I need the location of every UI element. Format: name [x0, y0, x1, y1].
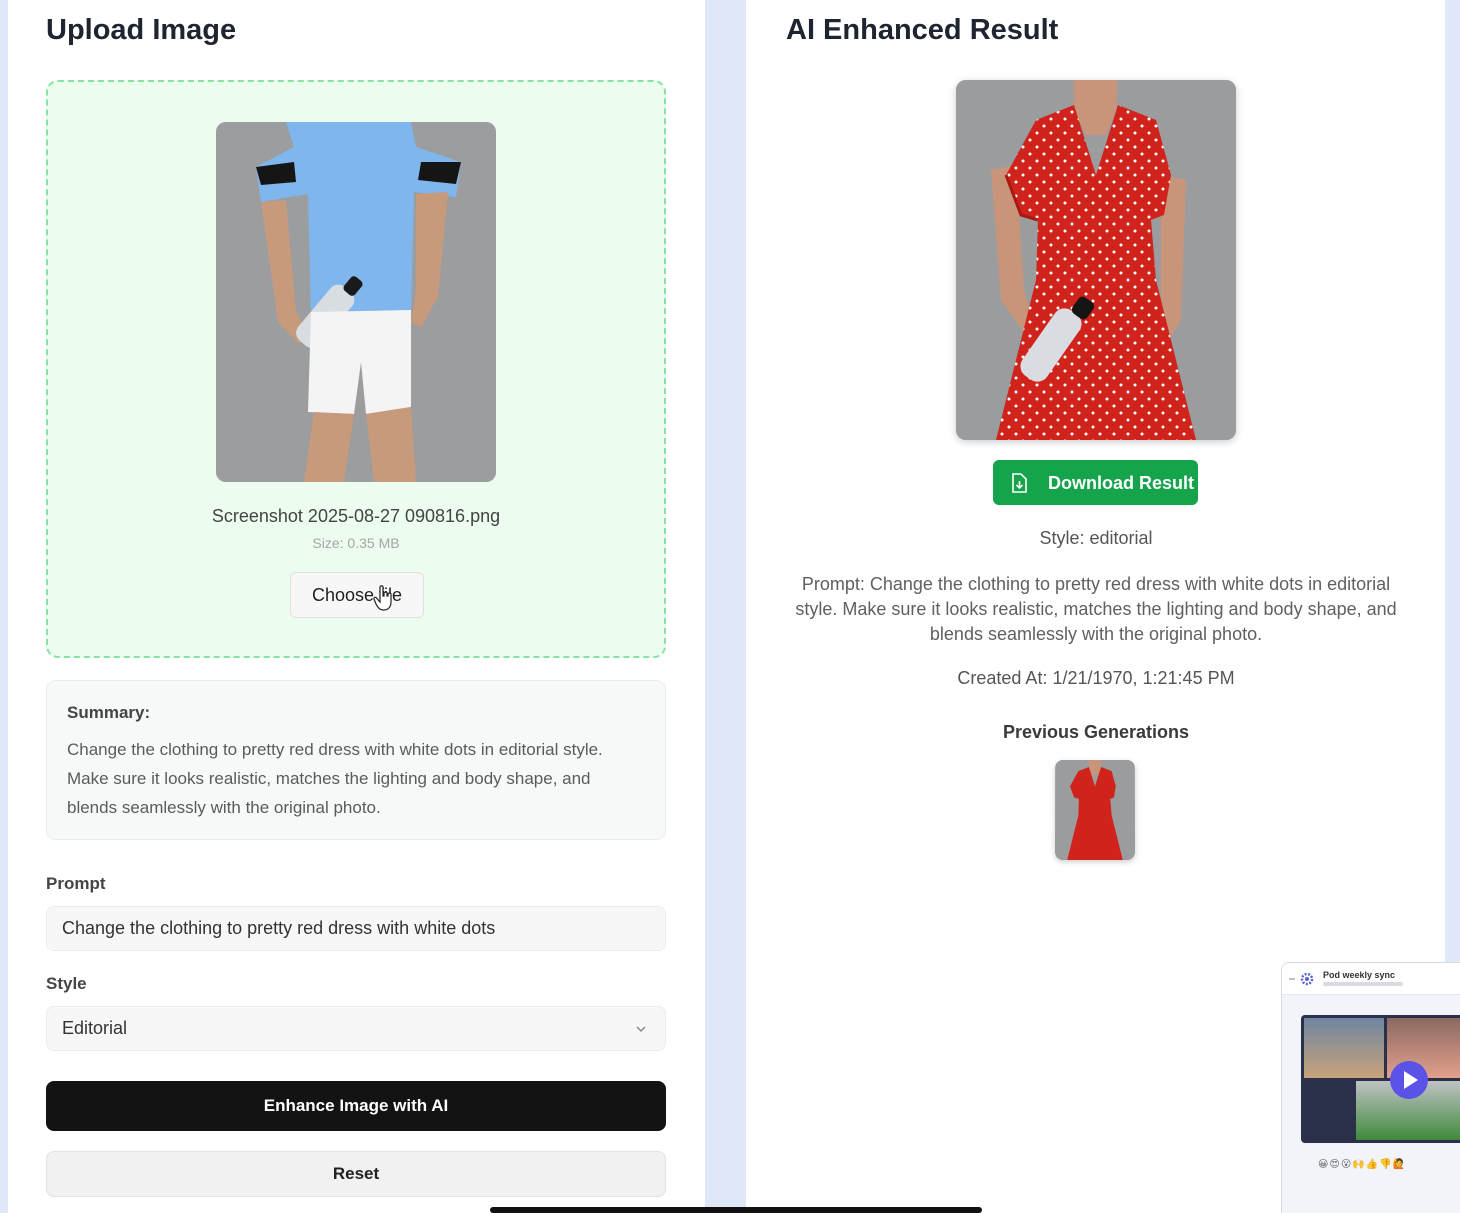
summary-card: Summary: Change the clothing to pretty r… [46, 680, 666, 840]
summary-text: Change the clothing to pretty red dress … [67, 740, 603, 817]
result-created-at: Created At: 1/21/1970, 1:21:45 PM [957, 668, 1235, 688]
file-name: Screenshot 2025-08-27 090816.png [211, 506, 501, 526]
previous-generation-thumbnail[interactable] [1055, 760, 1135, 860]
chevron-down-icon [636, 1026, 646, 1033]
video-grid [1301, 1015, 1460, 1143]
upload-title: Upload Image [46, 14, 237, 46]
result-title: AI Enhanced Result [786, 14, 1059, 46]
style-select[interactable]: Editorial [46, 1006, 666, 1051]
previous-generations-title: Previous Generations [1002, 722, 1190, 742]
download-button-label: Download Result [1048, 473, 1195, 493]
download-file-icon [1012, 473, 1027, 493]
style-selected-value: Editorial [62, 1018, 128, 1038]
popup-subtitle [1323, 982, 1403, 986]
popup-title: Pod weekly sync [1323, 970, 1396, 980]
prompt-label: Prompt [46, 874, 106, 893]
bottom-scrollbar [490, 1207, 982, 1213]
hand-pointer-icon [373, 585, 395, 611]
upload-panel: Upload Image Screenshot 2025-08-27 09081… [8, 0, 705, 1213]
uploaded-image-preview [216, 122, 496, 482]
image-dropzone[interactable]: Screenshot 2025-08-27 090816.png Size: 0… [46, 80, 666, 658]
popup-header: Pod weekly sync [1282, 963, 1460, 995]
file-size: Size: 0.35 MB [312, 535, 400, 551]
video-call-popup[interactable]: Pod weekly sync 😀😍😮🙌👍👎🙋 [1281, 962, 1460, 1213]
choose-file-button[interactable]: Choose file [290, 572, 424, 618]
download-result-button[interactable]: Download Result [993, 460, 1198, 505]
gear-icon [1289, 972, 1314, 986]
summary-title: Summary: [67, 703, 151, 722]
result-image [956, 80, 1236, 440]
reset-button[interactable]: Reset [46, 1151, 666, 1197]
prompt-input[interactable] [46, 906, 666, 951]
enhance-image-button[interactable]: Enhance Image with AI [46, 1081, 666, 1131]
style-label: Style [46, 974, 87, 993]
video-tile [1304, 1018, 1384, 1078]
result-prompt: Prompt: Change the clothing to pretty re… [795, 574, 1397, 644]
play-icon[interactable] [1389, 1060, 1429, 1100]
reaction-bar[interactable]: 😀😍😮🙌👍👎🙋 [1318, 1159, 1406, 1170]
result-style: Style: editorial [1039, 528, 1153, 548]
